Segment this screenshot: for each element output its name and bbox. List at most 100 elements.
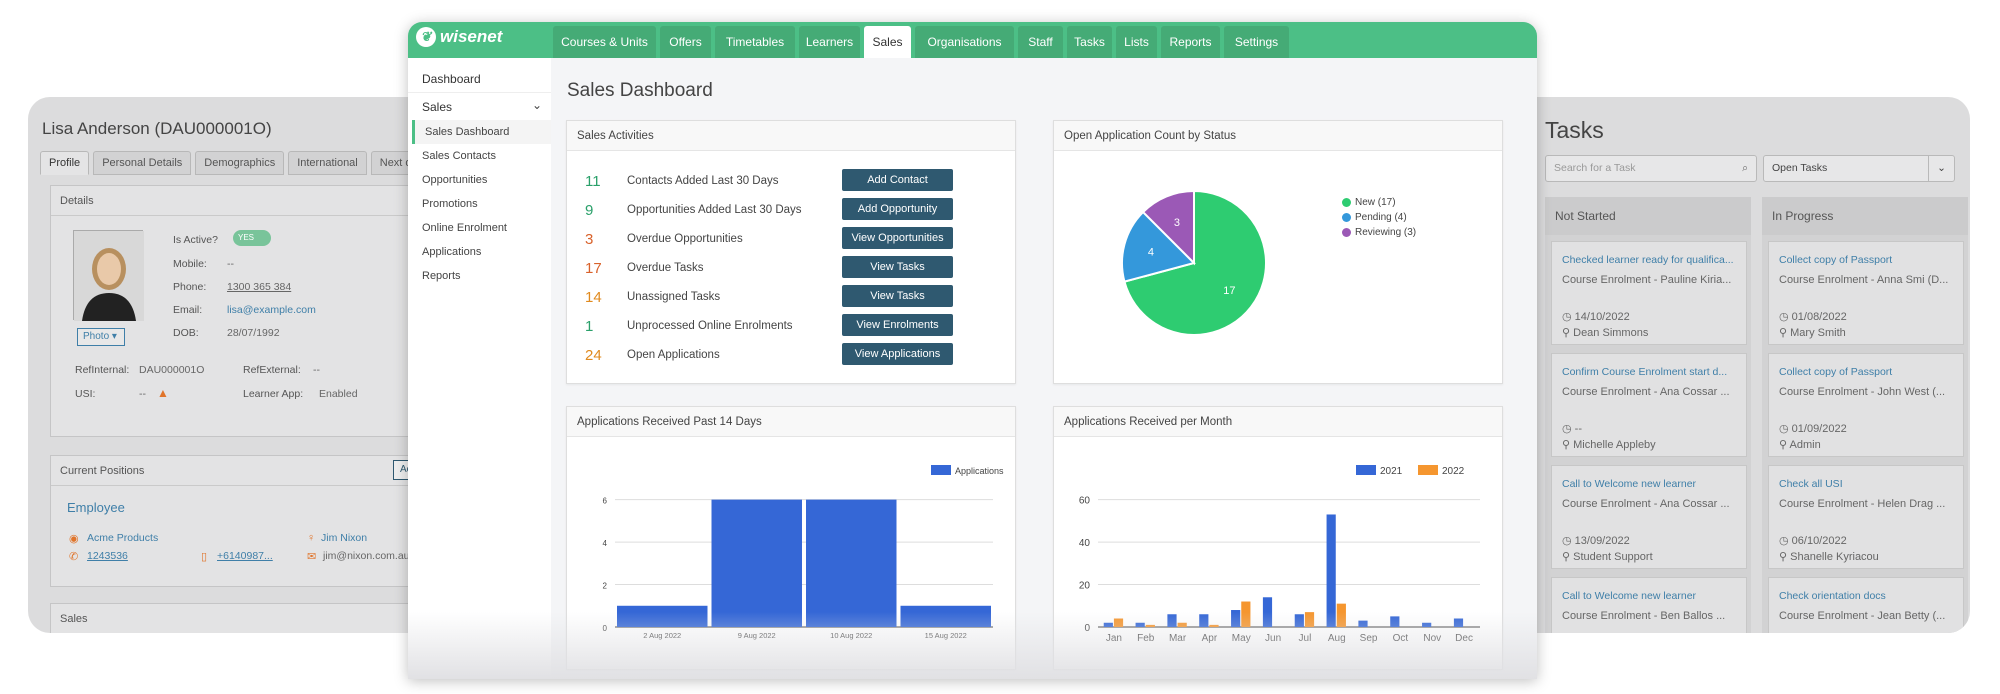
is-active-label: Is Active? xyxy=(173,234,218,246)
sales-activities-card: Sales Activities 11 Contacts Added Last … xyxy=(566,120,1016,384)
pie-legend-item[interactable]: New (17) xyxy=(1342,197,1416,208)
task-card[interactable]: Call to Welcome new learner Course Enrol… xyxy=(1551,465,1747,569)
sidebar-item-sales-contacts[interactable]: Sales Contacts xyxy=(422,150,496,162)
sales-box: Sales xyxy=(50,603,448,633)
task-card[interactable]: Collect copy of Passport Course Enrolmen… xyxy=(1768,353,1964,457)
sidebar-item-applications[interactable]: Applications xyxy=(422,246,481,258)
task-card[interactable]: Collect copy of Passport Course Enrolmen… xyxy=(1768,241,1964,345)
company-link[interactable]: Acme Products xyxy=(87,532,158,544)
task-title-link[interactable]: Collect copy of Passport xyxy=(1779,254,1959,266)
active-toggle[interactable]: YES xyxy=(233,230,271,246)
user-icon: ⚲ xyxy=(1562,439,1574,451)
nav-tab-offers[interactable]: Offers xyxy=(660,26,711,58)
profile-tab-personal-details[interactable]: Personal Details xyxy=(93,151,192,175)
email-link[interactable]: lisa@example.com xyxy=(227,304,316,316)
sidebar-item-sales-dashboard[interactable]: Sales Dashboard xyxy=(412,120,551,144)
position-title-link[interactable]: Employee xyxy=(67,500,125,515)
profile-tab-profile[interactable]: Profile xyxy=(40,151,90,175)
view-enrolments-button[interactable]: View Enrolments xyxy=(842,314,953,336)
sidebar-item-promotions[interactable]: Promotions xyxy=(422,198,478,210)
profile-tab-international[interactable]: International xyxy=(288,151,367,175)
task-date: ◷ 14/10/2022 xyxy=(1562,310,1630,323)
task-filter-select[interactable]: Open Tasks ⌄ xyxy=(1763,155,1955,182)
activity-count: 1 xyxy=(585,318,594,335)
sidebar-dashboard[interactable]: Dashboard xyxy=(422,72,481,86)
legend-label: New (17) xyxy=(1355,197,1396,208)
view-tasks-button[interactable]: View Tasks xyxy=(842,256,953,278)
activity-label: Overdue Tasks xyxy=(627,262,704,274)
task-user-text: Michelle Appleby xyxy=(1573,439,1656,451)
task-title-link[interactable]: Collect copy of Passport xyxy=(1779,366,1959,378)
nav-tab-timetables[interactable]: Timetables xyxy=(715,26,795,58)
brand-logo[interactable]: ❦ wisenet xyxy=(416,27,502,47)
email-label: Email: xyxy=(173,304,203,316)
nav-tab-tasks[interactable]: Tasks xyxy=(1067,26,1112,58)
pie-legend-item[interactable]: Pending (4) xyxy=(1342,212,1416,223)
contact-person-link[interactable]: Jim Nixon xyxy=(321,532,367,544)
nav-tab-lists[interactable]: Lists xyxy=(1116,26,1157,58)
add-opportunity-button[interactable]: Add Opportunity xyxy=(842,198,953,220)
legend-label: 2021 xyxy=(1380,466,1403,477)
ref-internal-label: RefInternal: xyxy=(75,364,130,376)
task-filter-value: Open Tasks xyxy=(1772,162,1828,174)
bar[interactable] xyxy=(1326,514,1336,627)
activity-count: 3 xyxy=(585,231,594,248)
photo-button[interactable]: Photo ▾ xyxy=(77,328,125,346)
contact-mobile[interactable]: +6140987... xyxy=(217,550,273,562)
bar[interactable] xyxy=(711,499,803,627)
task-card[interactable]: Confirm Course Enrolment start d... Cour… xyxy=(1551,353,1747,457)
clock-icon: ◷ xyxy=(1562,535,1575,547)
view-applications-button[interactable]: View Applications xyxy=(842,343,953,365)
task-user: ⚲ Mary Smith xyxy=(1779,326,1846,339)
card-heading: Open Application Count by Status xyxy=(1054,121,1502,151)
task-date-text: 01/08/2022 xyxy=(1791,311,1847,323)
nav-tab-courses-units[interactable]: Courses & Units xyxy=(553,26,656,58)
task-subtitle: Course Enrolment - Ben Ballos ... xyxy=(1562,610,1726,622)
user-icon: ⚲ xyxy=(1779,327,1791,339)
task-title-link[interactable]: Call to Welcome new learner xyxy=(1562,478,1742,490)
task-title-link[interactable]: Check orientation docs xyxy=(1779,590,1959,602)
leaf-icon: ❦ xyxy=(416,27,436,47)
task-search-placeholder: Search for a Task xyxy=(1554,162,1636,174)
profile-tab-demographics[interactable]: Demographics xyxy=(195,151,285,175)
legend-swatch xyxy=(1418,465,1438,475)
activity-label: Overdue Opportunities xyxy=(627,233,743,245)
nav-tab-staff[interactable]: Staff xyxy=(1018,26,1063,58)
task-title-link[interactable]: Checked learner ready for qualifica... xyxy=(1562,254,1742,266)
task-card[interactable]: Check orientation docs Course Enrolment … xyxy=(1768,577,1964,633)
task-title-link[interactable]: Call to Welcome new learner xyxy=(1562,590,1742,602)
y-tick-label: 20 xyxy=(1079,581,1091,592)
task-column-not-started: Not Started Checked learner ready for qu… xyxy=(1545,197,1751,633)
warning-icon: ▲ xyxy=(157,386,169,400)
view-tasks-button[interactable]: View Tasks xyxy=(842,285,953,307)
sidebar-divider xyxy=(408,92,551,93)
task-title-link[interactable]: Check all USI xyxy=(1779,478,1959,490)
mobile-value: -- xyxy=(227,258,234,270)
company-phone[interactable]: 1243536 xyxy=(87,550,128,562)
nav-tab-settings[interactable]: Settings xyxy=(1224,26,1289,58)
sidebar-section-sales[interactable]: Sales xyxy=(422,100,452,114)
task-card[interactable]: Check all USI Course Enrolment - Helen D… xyxy=(1768,465,1964,569)
task-title-link[interactable]: Confirm Course Enrolment start d... xyxy=(1562,366,1742,378)
task-subtitle: Course Enrolment - Pauline Kiria... xyxy=(1562,274,1732,286)
task-user: ⚲ Dean Simmons xyxy=(1562,326,1648,339)
activity-count: 17 xyxy=(585,260,602,277)
task-card[interactable]: Call to Welcome new learner Course Enrol… xyxy=(1551,577,1747,633)
bar[interactable] xyxy=(806,499,897,627)
sidebar-item-online-enrolment[interactable]: Online Enrolment xyxy=(422,222,507,234)
nav-tab-sales[interactable]: Sales xyxy=(864,26,911,58)
task-search-input[interactable]: Search for a Task ⌕ xyxy=(1545,155,1757,182)
sidebar-item-opportunities[interactable]: Opportunities xyxy=(422,174,487,186)
add-contact-button[interactable]: Add Contact xyxy=(842,169,953,191)
view-opportunities-button[interactable]: View Opportunities xyxy=(842,227,953,249)
details-heading: Details xyxy=(51,186,448,216)
phone-value[interactable]: 1300 365 384 xyxy=(227,281,291,293)
person-icon: ♀ xyxy=(307,532,316,544)
nav-tab-organisations[interactable]: Organisations xyxy=(915,26,1014,58)
nav-tab-reports[interactable]: Reports xyxy=(1161,26,1220,58)
pie-legend-item[interactable]: Reviewing (3) xyxy=(1342,227,1416,238)
chevron-down-icon[interactable]: ⌄ xyxy=(532,98,542,112)
task-card[interactable]: Checked learner ready for qualifica... C… xyxy=(1551,241,1747,345)
sidebar-item-reports[interactable]: Reports xyxy=(422,270,461,282)
nav-tab-learners[interactable]: Learners xyxy=(799,26,860,58)
